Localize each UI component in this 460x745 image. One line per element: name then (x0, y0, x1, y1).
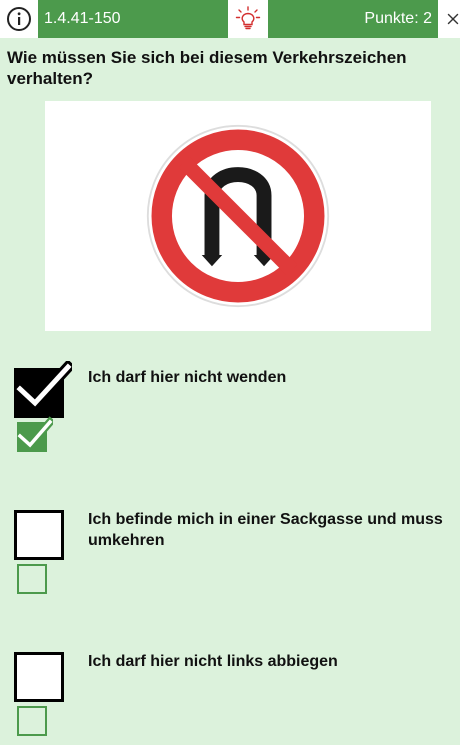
answer-option-3[interactable]: Ich darf hier nicht links abbiegen (0, 648, 460, 740)
answer-option-1[interactable]: Ich darf hier nicht wenden (0, 361, 460, 456)
answer-text: Ich darf hier nicht links abbiegen (88, 653, 338, 670)
answer-checkbox[interactable] (14, 652, 64, 702)
answer-text: Ich darf hier nicht wenden (88, 369, 287, 386)
question-id: 1.4.41-150 (38, 0, 228, 38)
lightbulb-icon (235, 6, 261, 30)
points-label: Punkte: 2 (268, 0, 438, 38)
solution-indicator (17, 416, 53, 452)
checkmark-icon (17, 416, 53, 450)
solution-indicator (17, 564, 47, 594)
answer-option-2[interactable]: Ich befinde mich in einer Sackgasse und … (0, 506, 460, 598)
solution-indicator (17, 706, 47, 736)
info-button[interactable] (0, 0, 38, 38)
sign-image (45, 101, 431, 331)
question-text: Wie müssen Sie sich bei diesem Verkehrsz… (7, 48, 407, 88)
close-icon (447, 13, 459, 25)
answer-text: Ich befinde mich in einer Sackgasse und … (88, 511, 443, 549)
top-bar: 1.4.41-150 Punkte: 2 (0, 0, 460, 38)
checkmark-icon (14, 361, 72, 411)
close-button[interactable] (438, 0, 460, 38)
answer-checkbox[interactable] (14, 510, 64, 560)
info-icon (7, 7, 31, 31)
hint-button[interactable] (228, 0, 268, 38)
answer-checkbox[interactable] (14, 361, 72, 418)
no-u-turn-sign-icon (146, 124, 330, 308)
